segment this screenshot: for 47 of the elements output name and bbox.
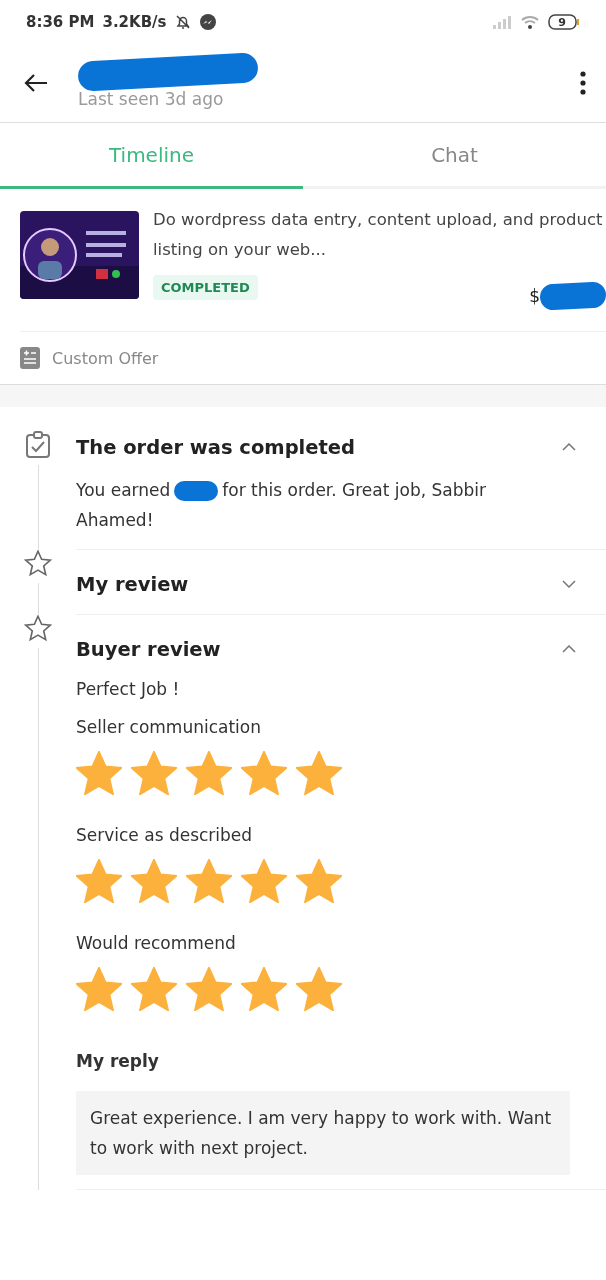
chevron-down-icon[interactable] xyxy=(562,580,576,588)
star-icon xyxy=(186,751,232,795)
star-icon xyxy=(76,751,122,795)
star-outline-icon xyxy=(24,615,52,642)
star-icon xyxy=(131,859,177,903)
star-icon xyxy=(296,859,342,903)
clipboard-check-icon xyxy=(25,431,51,459)
section-title: The order was completed xyxy=(76,435,357,459)
star-icon xyxy=(76,859,122,903)
star-outline-icon xyxy=(24,550,52,577)
custom-offer-label: Custom Offer xyxy=(52,348,159,368)
star-icon xyxy=(296,967,342,1011)
wifi-icon xyxy=(520,15,540,29)
star-icon xyxy=(296,751,342,795)
star-icon xyxy=(241,859,287,903)
more-menu-icon[interactable] xyxy=(580,71,586,95)
rating-label: Seller communication xyxy=(76,717,263,737)
reply-label: My reply xyxy=(76,1051,160,1071)
earned-message: You earned for this order. Great job, Sabbir Ahamed! xyxy=(76,479,488,532)
chevron-up-icon[interactable] xyxy=(562,645,576,653)
redaction-mark xyxy=(539,281,606,311)
rating-label: Would recommend xyxy=(76,933,237,953)
status-time: 8:36 PM xyxy=(26,13,95,31)
back-arrow-icon[interactable] xyxy=(24,73,48,93)
star-icon xyxy=(186,967,232,1011)
calculator-icon xyxy=(20,347,40,369)
star-icon xyxy=(186,859,232,903)
star-icon xyxy=(131,751,177,795)
star-icon xyxy=(241,751,287,795)
signal-icon xyxy=(492,15,512,29)
bell-off-icon xyxy=(174,14,191,30)
chevron-up-icon[interactable] xyxy=(562,443,576,451)
reply-text: Great experience. I am very happy to work with. Want to work with next project. xyxy=(76,1091,570,1175)
messenger-icon xyxy=(198,13,217,31)
price-symbol: $ xyxy=(529,286,540,306)
last-seen-text: Last seen 3d ago xyxy=(78,89,225,109)
review-comment: Perfect Job ! xyxy=(76,679,181,699)
section-title: Buyer review xyxy=(76,637,222,661)
rating-label: Service as described xyxy=(76,825,254,845)
network-speed: 3.2KB/s xyxy=(102,13,167,31)
gig-title[interactable]: Do wordpress data entry, content upload, and product listing on your web... xyxy=(153,205,606,265)
star-icon xyxy=(76,967,122,1011)
star-icon xyxy=(131,967,177,1011)
star-icon xyxy=(241,967,287,1011)
status-badge: COMPLETED xyxy=(153,274,258,300)
battery-icon: 9 xyxy=(548,14,580,30)
section-title: My review xyxy=(76,572,190,596)
